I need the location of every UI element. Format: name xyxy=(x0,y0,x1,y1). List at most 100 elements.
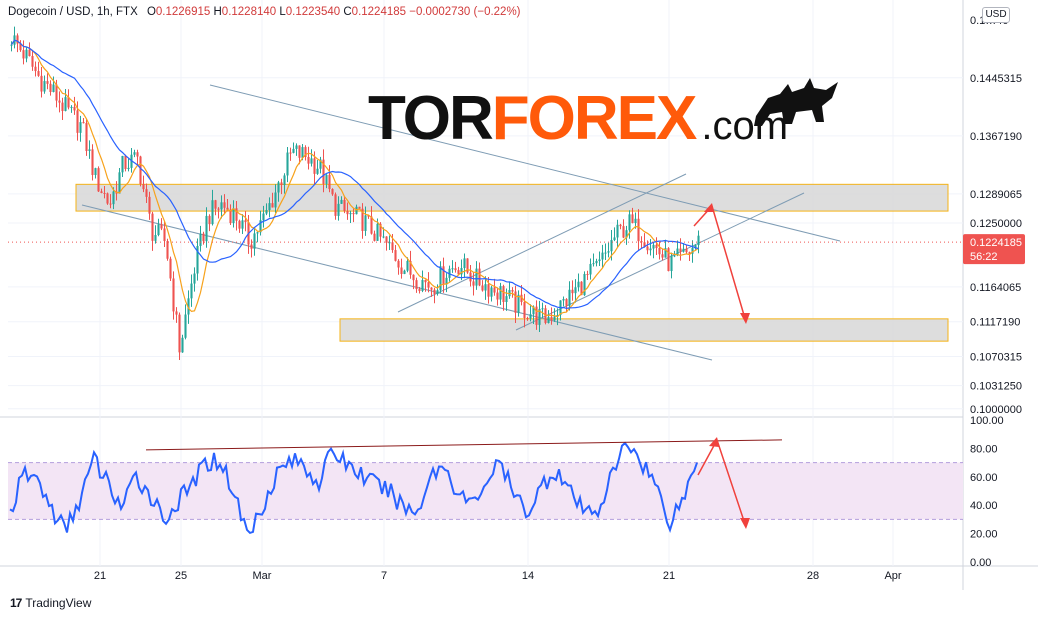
candle-body xyxy=(589,263,592,275)
candle-body xyxy=(70,106,73,108)
rsi-tick-label: 40.00 xyxy=(970,500,998,512)
candle-body xyxy=(562,299,565,301)
time-tick-label: 14 xyxy=(522,570,534,582)
candle-body xyxy=(313,158,316,174)
candle-body xyxy=(547,316,550,323)
candle-body xyxy=(265,210,268,214)
price-tick-label: 0.1117190 xyxy=(970,317,1020,329)
candle-body xyxy=(655,244,658,249)
channel-line xyxy=(515,192,805,331)
candle-body xyxy=(364,215,367,231)
candle-body xyxy=(565,299,568,306)
candle-body xyxy=(481,285,484,291)
candle-body xyxy=(205,215,208,242)
candle-body xyxy=(679,248,682,252)
candle-body xyxy=(28,49,31,57)
time-tick-label: 21 xyxy=(94,570,106,582)
candle-body xyxy=(271,203,274,208)
candle-body xyxy=(607,251,610,253)
candle-body xyxy=(172,278,175,312)
candle-body xyxy=(295,145,298,149)
open-label: O xyxy=(146,6,156,18)
candle-body xyxy=(37,71,40,76)
candle-body xyxy=(76,110,79,133)
time-tick-label: Mar xyxy=(253,570,272,582)
candle-body xyxy=(673,255,676,257)
candle-body xyxy=(670,255,673,272)
candle-body xyxy=(211,200,214,225)
candle-body xyxy=(331,188,334,195)
close-value: 0.1224185 xyxy=(351,6,407,18)
price-tick-label: 0.1367190 xyxy=(970,131,1022,143)
candle-body xyxy=(418,289,421,291)
candle-body xyxy=(136,152,139,157)
currency-button[interactable]: USD xyxy=(982,7,1010,23)
candle-body xyxy=(283,175,286,185)
candle-body xyxy=(622,226,625,238)
ma-slow-line xyxy=(10,39,699,310)
resistance-zone xyxy=(75,183,949,212)
candle-body xyxy=(178,314,181,353)
symbol-header: Dogecoin / USD, 1h, FTX O0.1226915 H0.12… xyxy=(8,6,521,18)
candle-body xyxy=(190,283,193,299)
bull-icon xyxy=(754,78,838,126)
candle-body xyxy=(151,213,154,241)
candle-body xyxy=(595,260,598,264)
rsi-band xyxy=(8,462,963,520)
candle-body xyxy=(349,213,352,215)
symbol-name[interactable]: Dogecoin / USD, 1h, FTX xyxy=(8,6,138,18)
candle-body xyxy=(634,218,637,224)
rsi-resistance-line xyxy=(145,439,783,451)
candle-body xyxy=(652,244,655,249)
candle-body xyxy=(355,206,358,215)
candle-body xyxy=(256,232,259,234)
candle-body xyxy=(586,273,589,275)
candle-body xyxy=(403,270,406,274)
candle-body xyxy=(496,292,499,300)
last-price-label: 0.1224185 xyxy=(970,237,1022,249)
price-tick-label: 0.1000000 xyxy=(970,404,1022,416)
rsi-tick-label: 80.00 xyxy=(970,443,998,455)
candle-body xyxy=(160,224,163,229)
high-value: 0.1228140 xyxy=(221,6,277,18)
tradingview-branding[interactable]: 17 TradingView xyxy=(10,596,91,610)
price-tick-label: 0.1445315 xyxy=(970,73,1022,85)
candle-body xyxy=(199,233,202,246)
low-value: 0.1223540 xyxy=(285,6,341,18)
candle-body xyxy=(49,83,52,92)
candle-body xyxy=(646,246,649,251)
candle-body xyxy=(100,191,103,193)
candle-body xyxy=(262,213,265,221)
candle-body xyxy=(325,174,328,184)
candle-body xyxy=(454,268,457,271)
countdown-label: 56:22 xyxy=(970,251,998,263)
candle-body xyxy=(517,294,520,313)
time-axis[interactable]: 21 25 Mar 7 14 21 28 Apr xyxy=(94,570,902,582)
candle-body xyxy=(340,199,343,204)
rsi-panel xyxy=(8,437,963,535)
candle-body xyxy=(289,152,292,154)
candle-body xyxy=(658,248,661,255)
candle-body xyxy=(523,301,526,318)
candle-body xyxy=(592,263,595,265)
candle-body xyxy=(484,284,487,291)
candle-body xyxy=(241,220,244,229)
price-tick-label: 0.1164065 xyxy=(970,282,1021,294)
candle-body xyxy=(52,84,55,92)
candle-body xyxy=(97,168,100,192)
support-zone xyxy=(339,318,949,342)
price-tick-label: 0.1031250 xyxy=(970,381,1022,393)
candle-body xyxy=(64,97,67,111)
candle-body xyxy=(499,286,502,300)
candle-body xyxy=(22,50,25,59)
candle-body xyxy=(94,168,97,175)
candle-body xyxy=(505,296,508,302)
rsi-tick-label: 20.00 xyxy=(970,529,998,541)
candle-body xyxy=(373,233,376,241)
candle-body xyxy=(343,199,346,211)
candle-body xyxy=(424,279,427,283)
candle-body xyxy=(493,287,496,293)
tradingview-brand: TradingView xyxy=(25,596,92,610)
candle-body xyxy=(307,156,310,164)
rsi-tick-label: 60.00 xyxy=(970,472,998,484)
